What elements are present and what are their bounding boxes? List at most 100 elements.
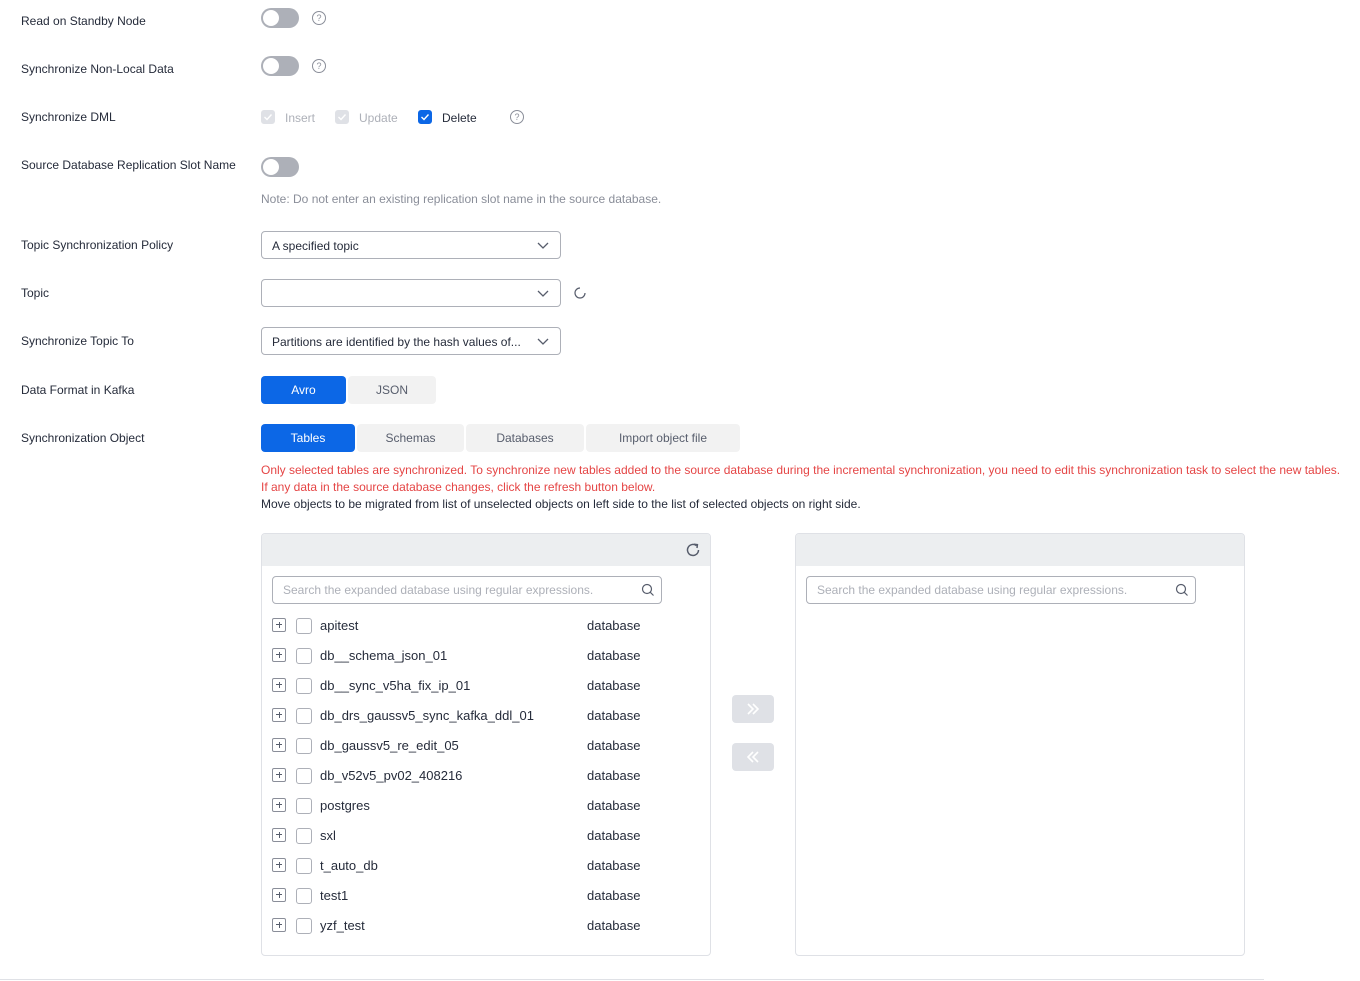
topic-select[interactable] [261,279,561,307]
sync-dml-label: Synchronize DML [21,110,116,124]
list-item[interactable]: t_auto_db database [272,855,702,877]
insert-checkbox[interactable] [261,110,275,124]
check-icon [421,114,430,121]
item-checkbox[interactable] [296,768,312,784]
move-left-button[interactable] [732,743,774,771]
topic-policy-select[interactable]: A specified topic [261,231,561,259]
item-checkbox[interactable] [296,858,312,874]
item-name: test1 [320,888,349,903]
replication-slot-switch[interactable] [261,157,299,177]
search-icon[interactable] [641,583,655,597]
panel-header [796,534,1244,566]
tab-import-object-file[interactable]: Import object file [586,424,740,452]
item-checkbox[interactable] [296,648,312,664]
data-format-label: Data Format in Kafka [21,383,135,397]
list-item[interactable]: sxl database [272,825,702,847]
check-icon [264,114,273,121]
expand-icon[interactable] [272,858,286,872]
item-checkbox[interactable] [296,918,312,934]
list-item[interactable]: db__sync_v5ha_fix_ip_01 database [272,675,702,697]
item-type: database [587,918,641,933]
list-item[interactable]: db__schema_json_01 database [272,645,702,667]
left-search-input[interactable] [283,582,623,598]
item-type: database [587,768,641,783]
search-icon[interactable] [1175,583,1189,597]
expand-icon[interactable] [272,738,286,752]
item-type: database [587,798,641,813]
sync-topic-to-select[interactable]: Partitions are identified by the hash va… [261,327,561,355]
expand-icon[interactable] [272,618,286,632]
expand-icon[interactable] [272,918,286,932]
update-checkbox[interactable] [335,110,349,124]
item-type: database [587,648,641,663]
expand-icon[interactable] [272,768,286,782]
update-label: Update [359,111,398,125]
panel-header [262,534,710,566]
chevron-down-icon [537,242,549,249]
sync-topic-to-value: Partitions are identified by the hash va… [272,335,521,349]
expand-icon[interactable] [272,888,286,902]
topic-policy-label: Topic Synchronization Policy [21,238,174,252]
delete-label: Delete [442,111,477,125]
list-item[interactable]: apitest database [272,615,702,637]
tab-databases[interactable]: Databases [466,424,584,452]
right-search-input[interactable] [817,582,1157,598]
item-checkbox[interactable] [296,708,312,724]
item-name: sxl [320,828,336,843]
help-icon[interactable]: ? [312,59,326,73]
sync-nonlocal-switch[interactable] [261,56,299,76]
read-standby-label: Read on Standby Node [21,14,146,28]
item-name: db__sync_v5ha_fix_ip_01 [320,678,471,693]
selected-objects-panel [795,533,1245,956]
item-name: t_auto_db [320,858,378,873]
item-checkbox[interactable] [296,798,312,814]
format-avro-button[interactable]: Avro [261,376,346,404]
unselected-objects-panel: apitestdatabasedb__schema_json_01databas… [261,533,711,956]
item-type: database [587,618,641,633]
item-name: db_gaussv5_re_edit_05 [320,738,459,753]
item-type: database [587,678,641,693]
expand-icon[interactable] [272,798,286,812]
read-standby-switch[interactable] [261,8,299,28]
expand-icon[interactable] [272,648,286,662]
item-checkbox[interactable] [296,618,312,634]
item-checkbox[interactable] [296,828,312,844]
list-item[interactable]: test1 database [272,885,702,907]
help-icon[interactable]: ? [510,110,524,124]
item-name: db_drs_gaussv5_sync_kafka_ddl_01 [320,708,534,723]
item-checkbox[interactable] [296,738,312,754]
sync-object-label: Synchronization Object [21,431,145,445]
item-checkbox[interactable] [296,888,312,904]
replication-slot-note: Note: Do not enter an existing replicati… [261,192,662,206]
help-icon[interactable]: ? [312,11,326,25]
item-name: db_v52v5_pv02_408216 [320,768,463,783]
list-item[interactable]: postgres database [272,795,702,817]
expand-icon[interactable] [272,678,286,692]
tab-schemas[interactable]: Schemas [357,424,464,452]
list-item[interactable]: db_drs_gaussv5_sync_kafka_ddl_01 database [272,705,702,727]
item-checkbox[interactable] [296,678,312,694]
tab-tables[interactable]: Tables [261,424,355,452]
refresh-icon[interactable] [684,541,702,559]
list-item[interactable]: yzf_test database [272,915,702,937]
expand-icon[interactable] [272,708,286,722]
sync-info-text: Move objects to be migrated from list of… [261,497,861,511]
topic-policy-value: A specified topic [272,239,359,253]
item-type: database [587,708,641,723]
item-name: apitest [320,618,359,633]
item-type: database [587,738,641,753]
divider [0,979,1264,980]
loading-spinner-icon [574,287,586,299]
delete-checkbox[interactable] [418,110,432,124]
item-type: database [587,888,641,903]
item-name: db__schema_json_01 [320,648,448,663]
expand-icon[interactable] [272,828,286,842]
list-item[interactable]: db_v52v5_pv02_408216 database [272,765,702,787]
topic-label: Topic [21,286,50,300]
format-json-button[interactable]: JSON [348,376,436,404]
right-search-box [806,576,1196,604]
chevron-down-icon [537,338,549,345]
left-search-box [272,576,662,604]
list-item[interactable]: db_gaussv5_re_edit_05 database [272,735,702,757]
move-right-button[interactable] [732,695,774,723]
